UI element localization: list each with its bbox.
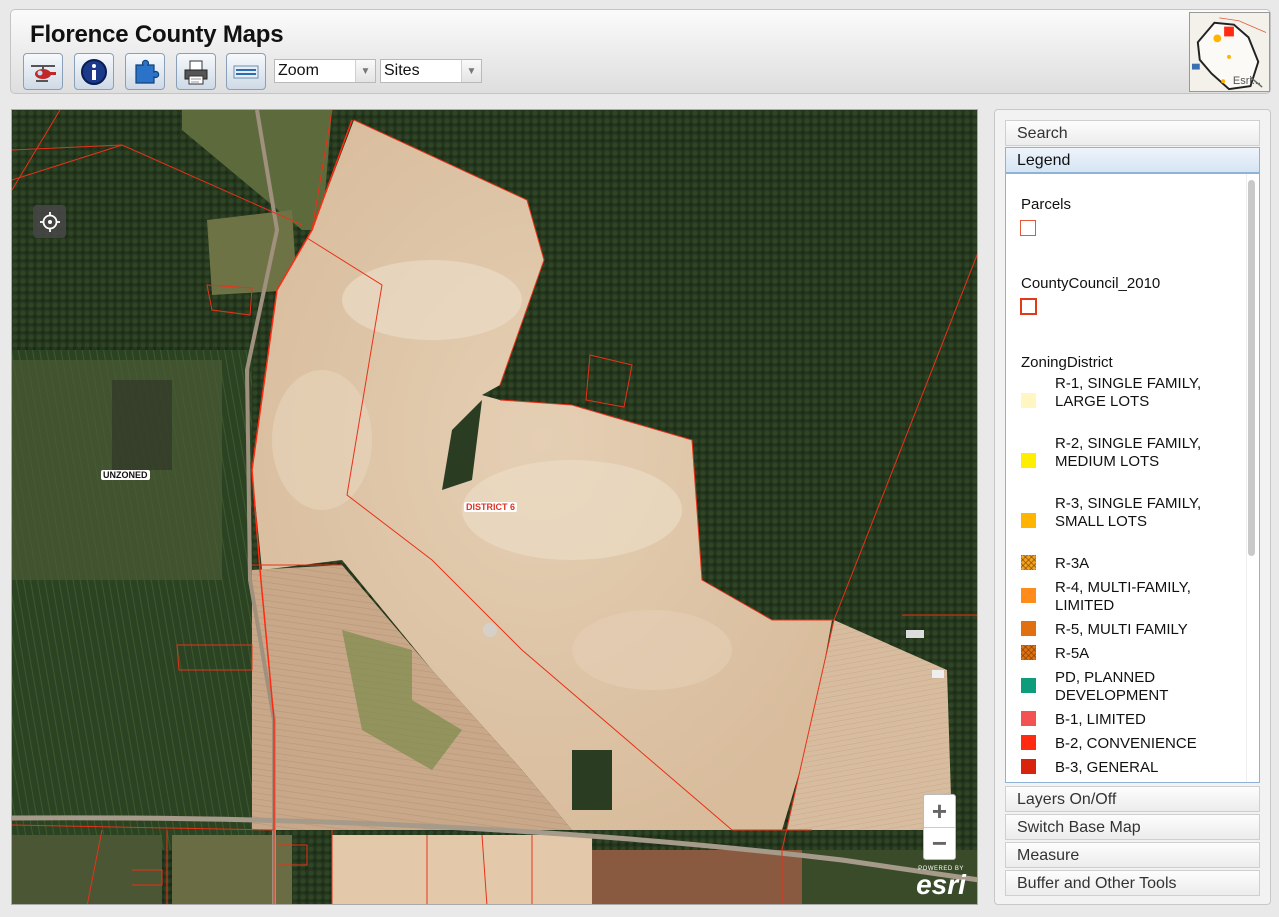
- measure-section-header[interactable]: Measure: [1005, 842, 1260, 868]
- zoning-swatch: [1021, 453, 1036, 468]
- locate-button[interactable]: [33, 205, 66, 238]
- zoning-swatch: [1021, 678, 1036, 693]
- zoning-swatch: [1021, 735, 1036, 750]
- legend-scrollbar-thumb[interactable]: [1248, 180, 1255, 556]
- printer-icon: [184, 60, 208, 84]
- zoom-select[interactable]: Zoom ▼: [274, 59, 376, 83]
- legend-section-header[interactable]: Legend: [1005, 147, 1260, 173]
- zoom-select-value: Zoom: [278, 62, 319, 79]
- puzzle-icon: [135, 59, 160, 84]
- basemap-section-header[interactable]: Switch Base Map: [1005, 814, 1260, 840]
- search-section-header[interactable]: Search: [1005, 120, 1260, 146]
- sites-select-value: Sites: [384, 62, 420, 79]
- zoning-swatch: [1021, 513, 1036, 528]
- puzzle-tool-button[interactable]: [125, 53, 165, 90]
- zoning-swatch: [1021, 759, 1036, 774]
- overview-attribution: Esri...: [1232, 75, 1261, 87]
- layers-section-header[interactable]: Layers On/Off: [1005, 786, 1260, 812]
- app-header: Florence County Maps Zoom ▼ Sites ▼ Esri…: [10, 9, 1271, 94]
- zoning-swatch: [1021, 393, 1036, 408]
- layers-tool-button[interactable]: [226, 53, 266, 90]
- zoning-label: R-5A: [1055, 645, 1090, 662]
- zoning-label: B-3, GENERAL: [1055, 759, 1159, 776]
- tools-panel: Search Legend Parcels CountyCouncil_2010…: [994, 109, 1271, 905]
- zoning-label: R-3, SINGLE FAMILY, SMALL LOTS: [1055, 495, 1202, 530]
- zoning-swatch: [1021, 555, 1036, 570]
- helicopter-tool-button[interactable]: [23, 53, 63, 90]
- legend-layer-county-council: CountyCouncil_2010: [1021, 275, 1161, 292]
- print-tool-button[interactable]: [176, 53, 216, 90]
- zoning-label: R-5, MULTI FAMILY: [1055, 621, 1188, 638]
- esri-brand-text: esri: [916, 869, 966, 900]
- zoom-out-button[interactable]: −: [924, 827, 955, 859]
- overview-map[interactable]: Esri...: [1189, 12, 1270, 92]
- buffer-section-header[interactable]: Buffer and Other Tools: [1005, 870, 1260, 896]
- zoning-label: R-3A: [1055, 555, 1090, 572]
- legend-content: Parcels CountyCouncil_2010 ZoningDistric…: [1005, 173, 1260, 783]
- map-view[interactable]: UNZONED DISTRICT 6 + − POWERED BY esri: [11, 109, 978, 905]
- zoning-label: R-4, MULTI-FAMILY, LIMITED: [1055, 579, 1191, 614]
- council-label-district: DISTRICT 6: [464, 502, 518, 512]
- zoning-label-unzoned: UNZONED: [101, 470, 150, 480]
- zoning-label: B-2, CONVENIENCE: [1055, 735, 1197, 752]
- sites-select[interactable]: Sites ▼: [380, 59, 482, 83]
- app-title: Florence County Maps: [30, 21, 284, 48]
- helicopter-icon: [31, 64, 56, 82]
- zoom-in-button[interactable]: +: [924, 795, 955, 827]
- info-icon: [81, 58, 107, 85]
- esri-logo: POWERED BY esri: [911, 866, 971, 900]
- zoning-label: R-1, SINGLE FAMILY, LARGE LOTS: [1055, 375, 1202, 410]
- identify-tool-button[interactable]: [74, 53, 114, 90]
- zoning-swatch: [1021, 588, 1036, 603]
- zoning-label: PD, PLANNED DEVELOPMENT: [1055, 669, 1169, 704]
- zoning-swatch: [1021, 645, 1036, 660]
- layers-icon: [233, 65, 259, 78]
- chevron-down-icon: ▼: [355, 60, 375, 82]
- chevron-down-icon: ▼: [461, 60, 481, 82]
- zoning-label: R-2, SINGLE FAMILY, MEDIUM LOTS: [1055, 435, 1202, 470]
- crosshair-icon: [39, 211, 60, 232]
- zoning-swatch: [1021, 621, 1036, 636]
- legend-layer-zoning: ZoningDistrict: [1021, 354, 1113, 371]
- zoning-swatch: [1021, 711, 1036, 726]
- zoning-label: B-1, LIMITED: [1055, 711, 1146, 728]
- county-council-swatch: [1020, 298, 1037, 315]
- legend-layer-parcels: Parcels: [1021, 196, 1072, 213]
- parcels-swatch: [1020, 220, 1036, 236]
- zoom-control: + −: [923, 794, 956, 860]
